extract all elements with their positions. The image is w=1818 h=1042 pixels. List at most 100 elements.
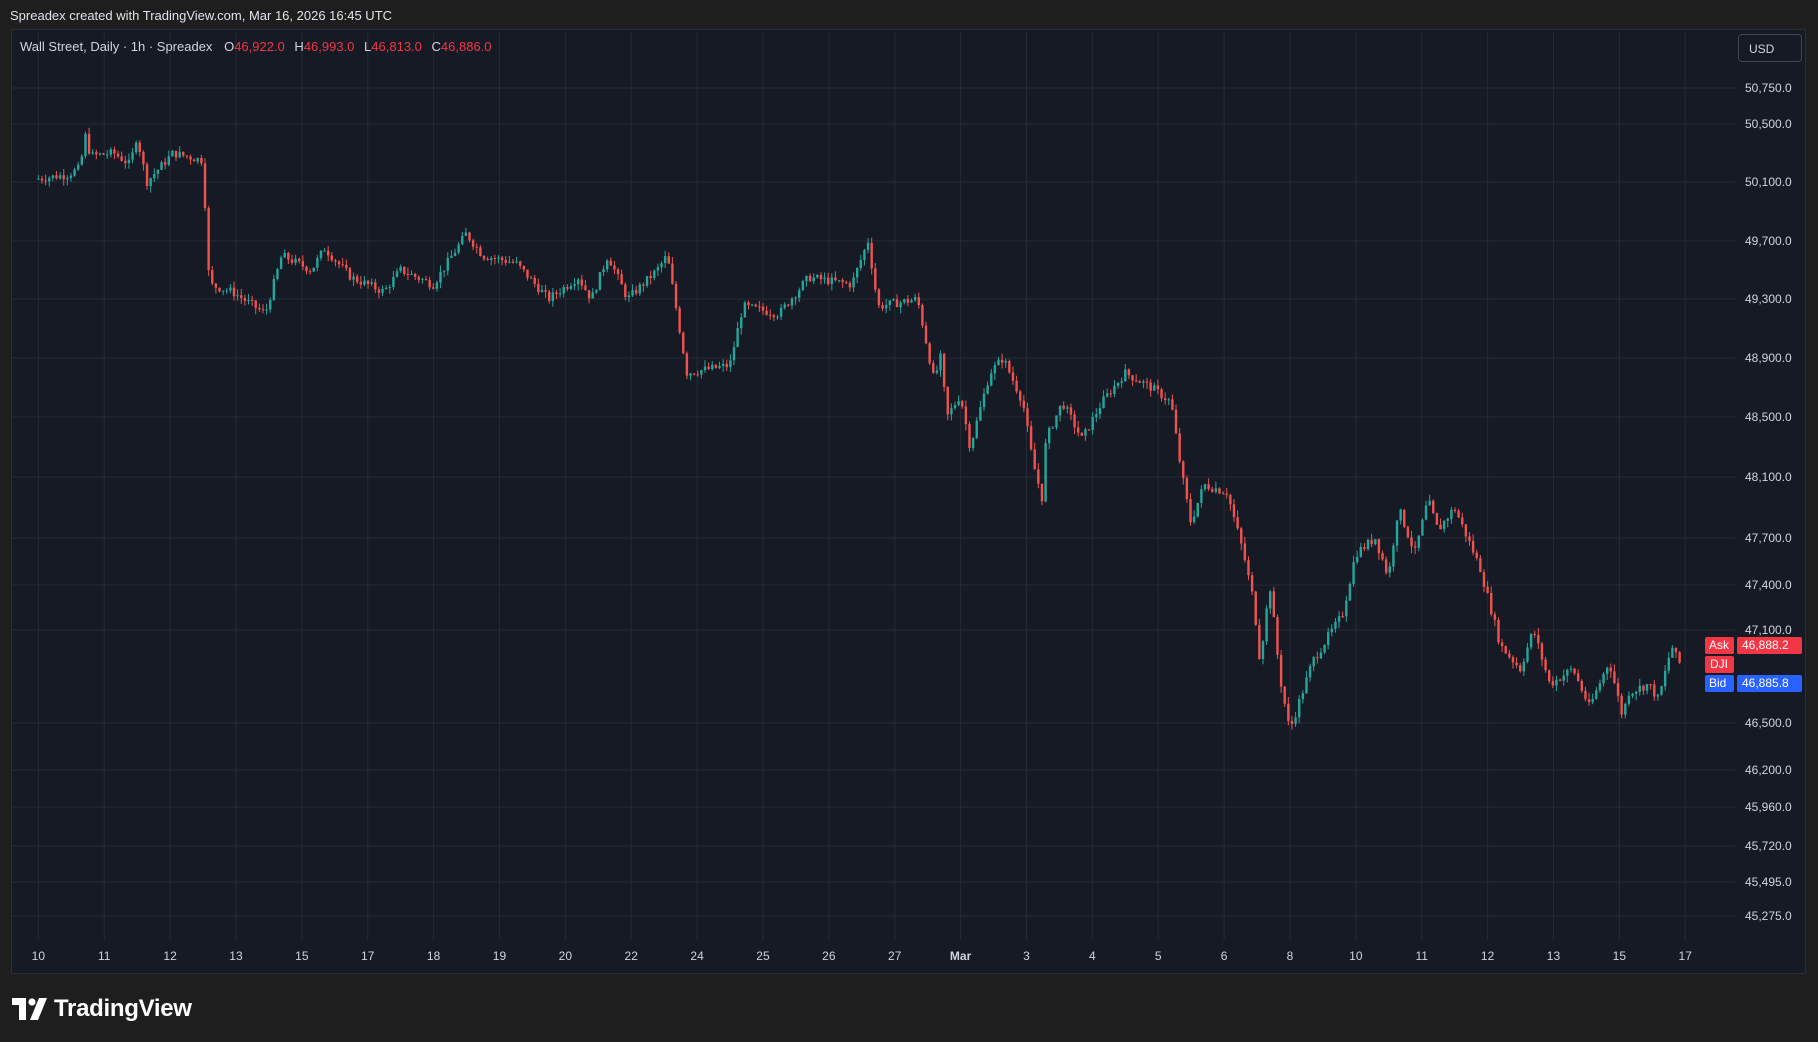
- candle: [794, 296, 797, 305]
- candle: [1008, 359, 1011, 374]
- candle: [881, 301, 884, 312]
- candle-body: [1424, 505, 1428, 520]
- candle-body: [609, 260, 613, 266]
- candle-body: [424, 279, 428, 281]
- candle-body: [421, 279, 424, 281]
- candle-body: [1591, 698, 1594, 703]
- candle-body: [769, 314, 772, 316]
- candle: [1229, 493, 1232, 511]
- candle: [145, 162, 149, 190]
- x-tick-label: 4: [1089, 949, 1096, 963]
- candle-body: [1091, 417, 1094, 430]
- symbol-tag: DJI: [1705, 656, 1734, 673]
- candle-body: [1102, 396, 1105, 409]
- tradingview-logo[interactable]: TradingView: [12, 995, 192, 1023]
- candle: [1066, 404, 1069, 414]
- y-axis-ticks: 50,750.0 50,500.0 50,100.0 49,700.0 49,300.0…: [1745, 81, 1792, 923]
- candle: [504, 256, 507, 266]
- candle: [1138, 379, 1141, 383]
- candle: [605, 258, 609, 273]
- candle: [1298, 695, 1301, 724]
- candle-body: [1511, 657, 1515, 663]
- candle-body: [145, 164, 149, 186]
- candle: [98, 152, 102, 156]
- candle: [1287, 697, 1290, 726]
- candles: [37, 127, 1681, 730]
- candle-body: [1667, 657, 1670, 671]
- candle: [979, 400, 982, 422]
- candle-body: [685, 353, 689, 376]
- candle-body: [138, 142, 141, 152]
- candle: [1522, 658, 1526, 676]
- candle: [819, 272, 823, 285]
- candle: [265, 303, 268, 315]
- candle-body: [1308, 666, 1312, 678]
- candle: [1442, 519, 1446, 533]
- candle: [337, 260, 341, 269]
- candle-body: [1076, 427, 1080, 433]
- candle: [355, 274, 359, 285]
- candle-body: [1453, 509, 1457, 511]
- candle: [323, 248, 326, 252]
- candle: [1638, 678, 1641, 696]
- candle: [1156, 379, 1160, 395]
- candle: [721, 359, 725, 372]
- candle-body: [1221, 493, 1225, 495]
- y-tick-label: 50,500.0: [1745, 117, 1792, 131]
- candle-body: [580, 279, 584, 286]
- candle-body: [221, 290, 225, 292]
- candle: [345, 259, 348, 271]
- candle-body: [1663, 670, 1667, 687]
- x-tick-label: 27: [888, 949, 902, 963]
- candle-body: [211, 270, 214, 284]
- candle: [51, 174, 55, 182]
- candle-body: [736, 328, 739, 348]
- candle-body: [910, 300, 913, 303]
- candle: [1207, 478, 1210, 491]
- candle: [1432, 499, 1435, 515]
- candle-body: [1584, 690, 1587, 700]
- candle-body: [957, 401, 960, 406]
- candle-body: [48, 177, 51, 182]
- currency-button[interactable]: USD: [1738, 34, 1802, 62]
- candle-body: [1279, 654, 1283, 687]
- candle: [946, 386, 949, 421]
- candle-body: [1533, 633, 1536, 635]
- candle: [428, 276, 431, 291]
- candle: [1134, 374, 1138, 383]
- candle-body: [1254, 591, 1257, 625]
- candle: [1602, 672, 1605, 687]
- x-tick-label: 20: [559, 949, 573, 963]
- candle: [1211, 486, 1214, 493]
- candle-body: [1225, 493, 1228, 496]
- candle-body: [1098, 408, 1102, 415]
- candle: [645, 276, 649, 288]
- candle-body: [605, 260, 609, 270]
- candle-body: [1515, 662, 1518, 666]
- candle: [276, 267, 279, 281]
- candle-body: [1029, 426, 1033, 450]
- candle-body: [1493, 614, 1497, 620]
- candle: [1308, 663, 1312, 682]
- candle-body: [95, 152, 98, 155]
- candle-body: [790, 298, 794, 306]
- candle-body: [653, 270, 656, 279]
- candle-body: [758, 306, 761, 308]
- candle-body: [80, 156, 84, 165]
- candle-body: [805, 275, 808, 282]
- candle: [779, 304, 783, 321]
- candle-body: [461, 235, 464, 245]
- candle: [1040, 483, 1044, 506]
- candle: [1370, 533, 1373, 548]
- candle-body: [1616, 683, 1620, 696]
- candle-body: [928, 343, 931, 364]
- candle-body: [508, 261, 511, 263]
- candle: [232, 281, 236, 301]
- candle: [1069, 403, 1073, 421]
- candle-body: [1051, 427, 1055, 429]
- candle-body: [837, 280, 841, 282]
- candlestick-chart[interactable]: 50,750.0 50,500.0 50,100.0 49,700.0 49,300.0…: [0, 0, 1818, 1042]
- candle-body: [971, 438, 975, 448]
- candle-body: [69, 175, 73, 179]
- candle-body: [1290, 720, 1294, 724]
